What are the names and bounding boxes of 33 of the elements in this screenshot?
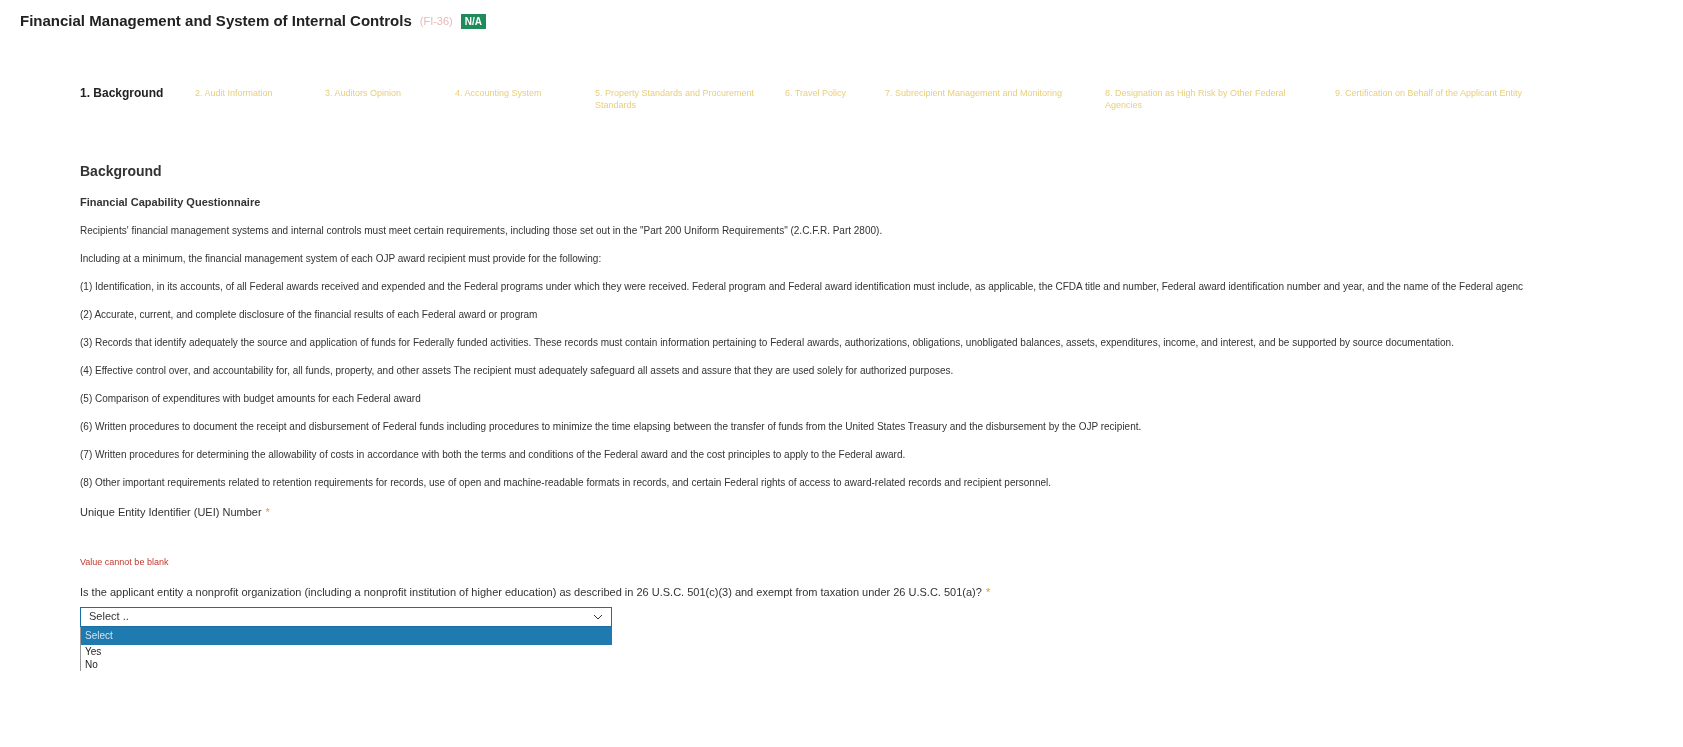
dropdown-option[interactable]: Yes — [81, 644, 612, 658]
paragraph: (7) Written procedures for determining the allowability of costs in accordance with both the terms and conditions of the Federal award and the cost principles to apply to the Federal award. — [80, 448, 907, 461]
form-code: (FI-36) — [419, 14, 453, 29]
required-mark: * — [265, 505, 270, 520]
step-link[interactable]: 7. Subrecipient Management and Monitoring — [885, 86, 1085, 99]
dropdown-option[interactable]: No — [81, 657, 612, 671]
field-label: Unique Entity Identifier (UEI) Number — [80, 505, 262, 520]
paragraph: (1) Identification, in its accounts, of all Federal awards received and expended and the Federal programs under which they were received. Federal program and Federal award identification must include, as applicable, the CFDA title and number, Federal award identification number and year, and the name of the Federal agenc — [80, 280, 1525, 293]
paragraph: (5) Comparison of expenditures with budget amounts for each Federal award — [80, 392, 422, 405]
section-subheading: Financial Capability Questionnaire — [80, 194, 262, 210]
step-link[interactable]: 9. Certification on Behalf of the Applicant Entity — [1335, 86, 1525, 99]
error-message: Value cannot be blank — [80, 555, 170, 569]
step-link[interactable]: 4. Accounting System — [455, 86, 575, 99]
paragraph: (3) Records that identify adequately the source and application of funds for Federally funded activities. These records must contain information pertaining to Federal awards, authorizations, obligations, unobligated balances, assets, expenditures, income, and interest, and be supported by source documentation. — [80, 336, 1455, 349]
paragraph: Recipients' financial management systems and internal controls must meet certain requirements, including those set out in the "Part 200 Uniform Requirements" (2.C.F.R. Part 2800). — [80, 224, 884, 237]
step-link[interactable]: 8. Designation as High Risk by Other Federal Agencies — [1105, 86, 1315, 111]
paragraph: (8) Other important requirements related to retention requirements for records, use of open and machine-readable formats in records, and certain Federal rights of access to award-related records and recipient personnel. — [80, 476, 1053, 489]
step-link[interactable]: 1. Background — [80, 86, 175, 99]
step-link[interactable]: 3. Auditors Opinion — [325, 86, 435, 99]
select-field[interactable]: Select .. — [80, 606, 612, 627]
paragraph: (6) Written procedures to document the receipt and disbursement of Federal funds including procedures to minimize the time elapsing between the transfer of funds from the United States Treasury and the disbursement by the OJP recipient. — [80, 420, 1143, 433]
chevron-down-icon — [593, 613, 603, 620]
status-badge: N/A — [460, 13, 486, 29]
paragraph: Including at a minimum, the financial management system of each OJP award recipient must provide for the following: — [80, 252, 603, 265]
page-title: Financial Management and System of Internal Controls — [20, 11, 412, 31]
step-link[interactable]: 5. Property Standards and Procurement Standards — [595, 86, 765, 111]
step-link[interactable]: 6. Travel Policy — [785, 86, 865, 99]
paragraph: (2) Accurate, current, and complete disclosure of the financial results of each Federal award or program — [80, 308, 539, 321]
required-mark: * — [985, 585, 991, 600]
step-link[interactable]: 2. Audit Information — [195, 86, 305, 99]
paragraph: (4) Effective control over, and accountability for, all funds, property, and other assets The recipient must adequately safeguard all assets and assure that they are used solely for authorized purposes. — [80, 364, 955, 377]
section-heading: Background — [80, 161, 163, 181]
question-label: Is the applicant entity a nonprofit organization (including a nonprofit institution of higher education) as described in 26 U.S.C. 501(c)(3) and exempt from taxation under 26 U.S.C. 501(a)? — [80, 585, 982, 600]
